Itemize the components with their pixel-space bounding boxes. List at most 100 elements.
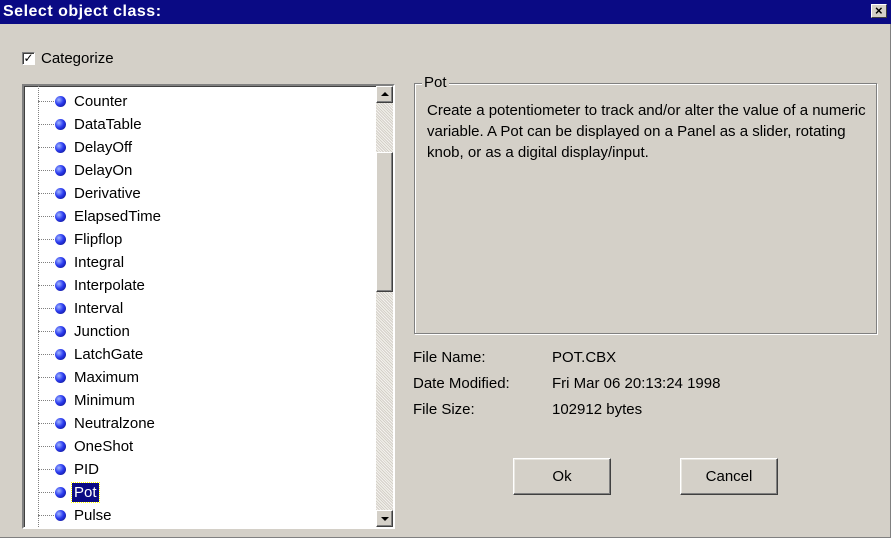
tree-branch-line [38, 423, 56, 424]
title-bar: Select object class: × [0, 0, 891, 24]
list-item-label: Counter [74, 93, 128, 110]
blue-ball-icon [55, 418, 66, 429]
list-item[interactable]: Interpolate [24, 274, 368, 297]
list-item-label: ElapsedTime [74, 208, 161, 225]
list-item-label: Integral [74, 254, 125, 271]
list-item-label: Flipflop [74, 231, 123, 248]
tree-branch-line [38, 515, 56, 516]
tree-branch-line [38, 193, 56, 194]
tree-branch-line [38, 331, 56, 332]
list-item[interactable]: Integral [24, 251, 368, 274]
list-item-label: DataTable [74, 116, 142, 133]
list-item[interactable]: OneShot [24, 435, 368, 458]
blue-ball-icon [55, 119, 66, 130]
list-item[interactable]: DataTable [24, 113, 368, 136]
categorize-label: Categorize [41, 50, 114, 67]
blue-ball-icon [55, 257, 66, 268]
blue-ball-icon [55, 349, 66, 360]
close-button[interactable]: × [871, 4, 887, 18]
blue-ball-icon [55, 96, 66, 107]
tree-branch-line [38, 170, 56, 171]
tree-branch-line [38, 354, 56, 355]
vertical-scrollbar[interactable] [376, 86, 393, 527]
object-class-list[interactable]: Counter DataTable DelayOff DelayOn Derivativ… [22, 84, 395, 529]
date-modified-value: Fri Mar 06 20:13:24 1998 [552, 375, 721, 392]
arrow-down-icon [381, 517, 389, 521]
blue-ball-icon [55, 188, 66, 199]
tree-branch-line [38, 400, 56, 401]
list-item-label: Derivative [74, 185, 141, 202]
list-item-label: Maximum [74, 369, 140, 386]
tree-branch-line [38, 446, 56, 447]
categorize-checkbox-row[interactable]: ✓ Categorize [22, 50, 114, 67]
list-item[interactable]: DelayOn [24, 159, 368, 182]
list-item[interactable]: Junction [24, 320, 368, 343]
file-name-label: File Name: [413, 349, 486, 366]
list-item[interactable]: Minimum [24, 389, 368, 412]
blue-ball-icon [55, 326, 66, 337]
tree-branch-line [38, 101, 56, 102]
list-item[interactable]: Flipflop [24, 228, 368, 251]
tree-branch-line [38, 124, 56, 125]
blue-ball-icon [55, 510, 66, 521]
scroll-down-button[interactable] [376, 510, 393, 527]
select-object-class-dialog: Select object class: × ✓ Categorize Coun… [0, 0, 891, 538]
tree-branch-line [38, 308, 56, 309]
blue-ball-icon [55, 280, 66, 291]
tree-branch-line [38, 239, 56, 240]
description-groupbox: Pot Create a potentiometer to track and/… [414, 74, 877, 334]
file-size-value: 102912 bytes [552, 401, 643, 418]
list-item[interactable]: Pot [24, 481, 368, 504]
blue-ball-icon [55, 234, 66, 245]
file-name-value: POT.CBX [552, 349, 617, 366]
dialog-title: Select object class: [3, 3, 162, 20]
list-item-label: DelayOff [74, 139, 133, 156]
list-item-label: Pot [71, 482, 100, 503]
arrow-up-icon [381, 92, 389, 96]
class-description: Create a potentiometer to track and/or a… [427, 102, 866, 161]
file-size-label: File Size: [413, 401, 475, 418]
scroll-up-button[interactable] [376, 86, 393, 103]
list-item[interactable]: PID [24, 458, 368, 481]
blue-ball-icon [55, 303, 66, 314]
list-item-label: Interval [74, 300, 124, 317]
scroll-thumb[interactable] [376, 152, 393, 292]
list-item[interactable]: Pulse [24, 504, 368, 527]
blue-ball-icon [55, 372, 66, 383]
tree-branch-line [38, 216, 56, 217]
blue-ball-icon [55, 441, 66, 452]
blue-ball-icon [55, 165, 66, 176]
blue-ball-icon [55, 395, 66, 406]
list-item-label: Pulse [74, 507, 112, 524]
cancel-button[interactable]: Cancel [680, 458, 778, 495]
blue-ball-icon [55, 464, 66, 475]
tree-branch-line [38, 492, 56, 493]
list-item-label: PID [74, 461, 100, 478]
ok-button[interactable]: Ok [513, 458, 611, 495]
list-item[interactable]: Counter [24, 90, 368, 113]
blue-ball-icon [55, 211, 66, 222]
list-item[interactable]: LatchGate [24, 343, 368, 366]
list-item-label: Interpolate [74, 277, 145, 294]
list-item[interactable]: Neutralzone [24, 412, 368, 435]
list-item[interactable]: Interval [24, 297, 368, 320]
list-item-label: Junction [74, 323, 130, 340]
tree-branch-line [38, 469, 56, 470]
list-item[interactable]: DelayOff [24, 136, 368, 159]
list-item-label: Neutralzone [74, 415, 155, 432]
list-item[interactable]: ElapsedTime [24, 205, 368, 228]
list-item-label: LatchGate [74, 346, 144, 363]
list-item-label: DelayOn [74, 162, 133, 179]
tree-branch-line [38, 262, 56, 263]
blue-ball-icon [55, 487, 66, 498]
tree-branch-line [38, 147, 56, 148]
tree-branch-line [38, 377, 56, 378]
date-modified-label: Date Modified: [413, 375, 510, 392]
tree-branch-line [38, 285, 56, 286]
list-item-label: OneShot [74, 438, 134, 455]
categorize-checkbox[interactable]: ✓ [22, 52, 35, 65]
group-title: Pot [422, 74, 449, 91]
list-items: Counter DataTable DelayOff DelayOn Derivativ… [24, 90, 368, 527]
list-item[interactable]: Maximum [24, 366, 368, 389]
list-item[interactable]: Derivative [24, 182, 368, 205]
